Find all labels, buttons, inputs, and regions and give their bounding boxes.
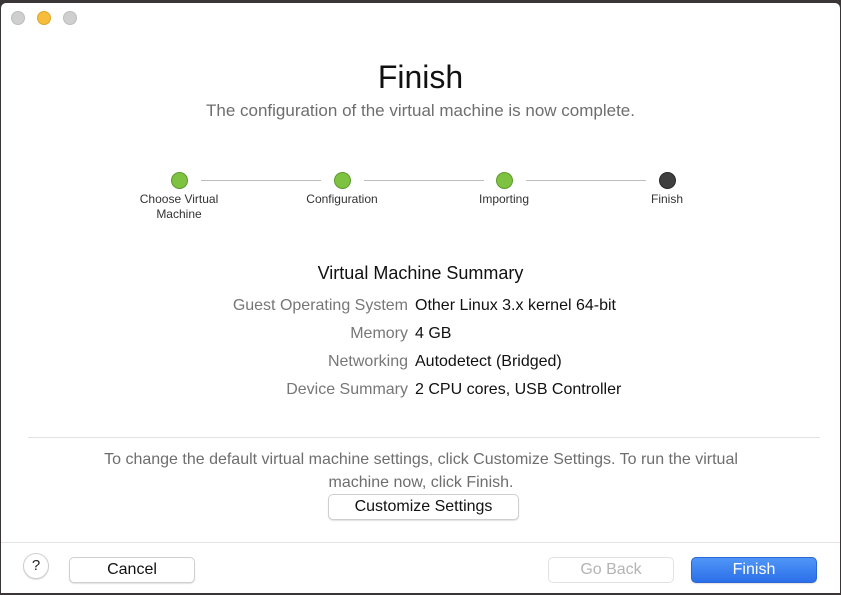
summary-row-device-summary: Device Summary 2 CPU cores, USB Controll… (1, 376, 840, 404)
page-title: Finish (377, 59, 464, 95)
step-label: Configuration (306, 192, 378, 206)
summary-row-networking: Networking Autodetect (Bridged) (1, 348, 840, 376)
summary-key: Networking (327, 353, 408, 370)
finish-button[interactable]: Finish (691, 557, 817, 583)
step-complete-indicator (333, 172, 351, 189)
customize-settings-button[interactable]: Customize Settings (328, 494, 519, 520)
summary-row-memory: Memory 4 GB (1, 320, 840, 348)
cancel-button[interactable]: Cancel (69, 557, 195, 583)
page-subtitle: The configuration of the virtual machine… (205, 101, 635, 120)
footer-divider (1, 542, 840, 543)
step-label: Choose Virtual Machine (139, 192, 219, 221)
summary-value: 2 CPU cores, USB Controller (415, 381, 622, 398)
summary-value: 4 GB (415, 325, 452, 342)
assistant-window: Finish The configuration of the virtual … (1, 3, 840, 593)
summary-row-guest-os: Guest Operating System Other Linux 3.x k… (1, 292, 840, 320)
step-configuration: Configuration (282, 172, 402, 207)
step-complete-indicator (495, 172, 513, 189)
go-back-button[interactable]: Go Back (548, 557, 674, 583)
step-importing: Importing (444, 172, 564, 207)
minimize-window-button[interactable] (37, 11, 51, 25)
summary-value: Autodetect (Bridged) (415, 353, 562, 370)
help-button[interactable]: ? (23, 553, 49, 579)
summary-title: Virtual Machine Summary (317, 263, 524, 283)
summary-key: Memory (350, 325, 408, 342)
step-complete-indicator (170, 172, 188, 189)
summary-key: Guest Operating System (232, 297, 408, 314)
close-window-button[interactable] (11, 11, 25, 25)
instructions-text: To change the default virtual machine se… (104, 451, 738, 491)
window-controls (11, 11, 77, 25)
summary-key: Device Summary (286, 381, 408, 398)
step-current-indicator (658, 172, 676, 189)
zoom-window-button[interactable] (63, 11, 77, 25)
summary-table: Guest Operating System Other Linux 3.x k… (1, 292, 840, 404)
step-choose-virtual-machine: Choose Virtual Machine (119, 172, 239, 222)
step-finish: Finish (607, 172, 727, 207)
step-label: Importing (478, 192, 530, 206)
divider (28, 437, 820, 438)
progress-steps: Choose Virtual Machine Configuration Imp… (1, 172, 840, 232)
step-label: Finish (650, 192, 683, 206)
summary-value: Other Linux 3.x kernel 64-bit (415, 297, 616, 314)
